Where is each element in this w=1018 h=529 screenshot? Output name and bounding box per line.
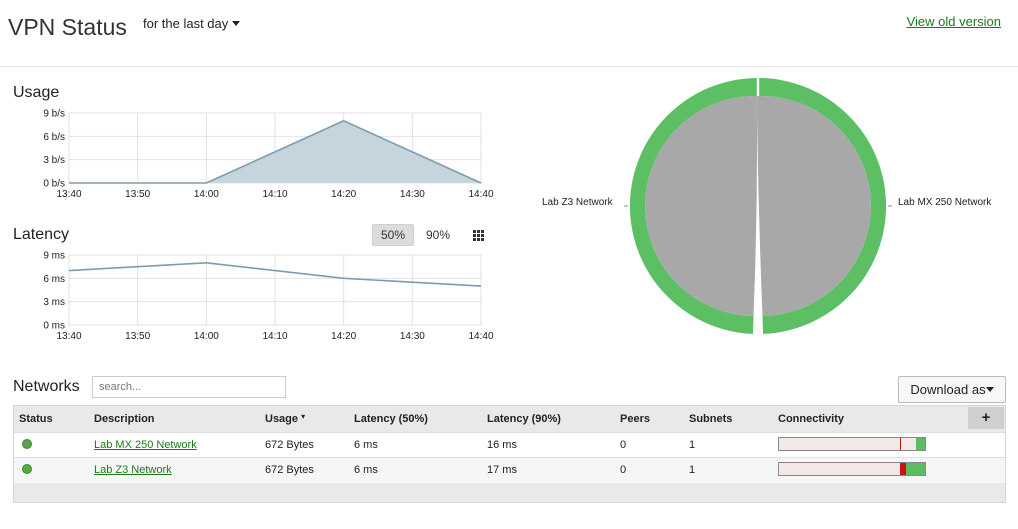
chord-label-left: Lab Z3 Network — [542, 197, 613, 208]
y-tick-label: 3 ms — [43, 297, 65, 308]
col-latency-50[interactable]: Latency (50%) — [354, 413, 428, 425]
status-ok-icon — [22, 464, 32, 474]
usage-cell: 672 Bytes — [265, 464, 314, 476]
col-status[interactable]: Status — [19, 413, 53, 425]
x-tick-label: 14:00 — [194, 189, 219, 200]
chord-label-right: Lab MX 250 Network — [898, 197, 992, 208]
caret-down-icon — [232, 21, 241, 27]
header-divider — [0, 66, 1018, 67]
networks-table: Status Description Usage ▾ Latency (50%)… — [13, 405, 1006, 503]
connectivity-bar[interactable] — [778, 462, 926, 476]
connectivity-outage — [900, 438, 901, 450]
x-tick-label: 14:30 — [400, 331, 425, 342]
latency-90-cell: 16 ms — [487, 439, 517, 451]
y-tick-label: 9 ms — [43, 251, 65, 262]
col-usage-label: Usage — [265, 413, 299, 425]
network-link[interactable]: Lab MX 250 Network — [94, 439, 197, 451]
peers-cell: 0 — [620, 464, 627, 476]
add-column-button[interactable]: + — [968, 407, 1004, 429]
x-tick-label: 13:40 — [56, 331, 81, 342]
view-old-version-link[interactable]: View old version — [907, 14, 1001, 29]
y-tick-label: 3 b/s — [43, 155, 65, 166]
peers-cell: 0 — [620, 439, 627, 451]
subnets-cell: 1 — [689, 439, 696, 451]
page-title: VPN Status — [8, 14, 127, 40]
x-tick-label: 14:00 — [194, 331, 219, 342]
subnets-cell: 1 — [689, 464, 696, 476]
col-latency-90[interactable]: Latency (90%) — [487, 413, 561, 425]
networks-search-input[interactable] — [92, 376, 286, 398]
x-tick-label: 14:10 — [262, 189, 287, 200]
y-tick-label: 9 b/s — [43, 109, 65, 120]
x-tick-label: 14:40 — [468, 331, 493, 342]
y-tick-label: 6 b/s — [43, 132, 65, 143]
latency-chart: 9 ms 6 ms 3 ms 0 ms 13:40 13:50 14:00 14:10 14:… — [43, 251, 494, 343]
latency-50-cell: 6 ms — [354, 464, 378, 476]
download-label: Download as — [910, 382, 986, 397]
x-tick-label: 14:40 — [468, 189, 493, 200]
col-connectivity[interactable]: Connectivity — [778, 413, 844, 425]
x-tick-label: 14:20 — [331, 189, 356, 200]
x-tick-label: 13:50 — [125, 189, 150, 200]
y-tick-label: 6 ms — [43, 274, 65, 285]
y-tick-label: 0 b/s — [43, 179, 65, 190]
col-usage[interactable]: Usage ▾ — [265, 412, 306, 425]
table-header: Status Description Usage ▾ Latency (50%)… — [14, 406, 1005, 432]
x-tick-label: 14:30 — [400, 189, 425, 200]
connectivity-up — [906, 463, 925, 475]
latency-90-cell: 17 ms — [487, 464, 517, 476]
connectivity-bar[interactable] — [778, 437, 926, 451]
connectivity-up — [916, 438, 925, 450]
col-subnets[interactable]: Subnets — [689, 413, 732, 425]
network-link[interactable]: Lab Z3 Network — [94, 464, 172, 476]
x-tick-label: 13:50 — [125, 331, 150, 342]
usage-cell: 672 Bytes — [265, 439, 314, 451]
x-tick-label: 14:10 — [262, 331, 287, 342]
col-peers[interactable]: Peers — [620, 413, 650, 425]
x-tick-label: 13:40 — [56, 189, 81, 200]
status-ok-icon — [22, 439, 32, 449]
table-row: Lab MX 250 Network 672 Bytes 6 ms 16 ms … — [14, 432, 1005, 458]
period-label: for the last day — [143, 16, 229, 31]
download-as-button[interactable]: Download as — [898, 376, 1006, 403]
latency-50-cell: 6 ms — [354, 439, 378, 451]
usage-chart: 9 b/s 6 b/s 3 b/s 0 b/s 13:40 13:50 14:00 14:1… — [43, 109, 494, 201]
table-row: Lab Z3 Network 672 Bytes 6 ms 17 ms 0 1 — [14, 457, 1005, 483]
y-tick-label: 0 ms — [43, 321, 65, 332]
period-dropdown[interactable]: for the last day — [143, 16, 241, 31]
caret-down-icon — [985, 387, 994, 393]
networks-title: Networks — [13, 378, 80, 395]
sort-desc-icon: ▾ — [301, 412, 306, 421]
x-tick-label: 14:20 — [331, 331, 356, 342]
col-description[interactable]: Description — [94, 413, 155, 425]
